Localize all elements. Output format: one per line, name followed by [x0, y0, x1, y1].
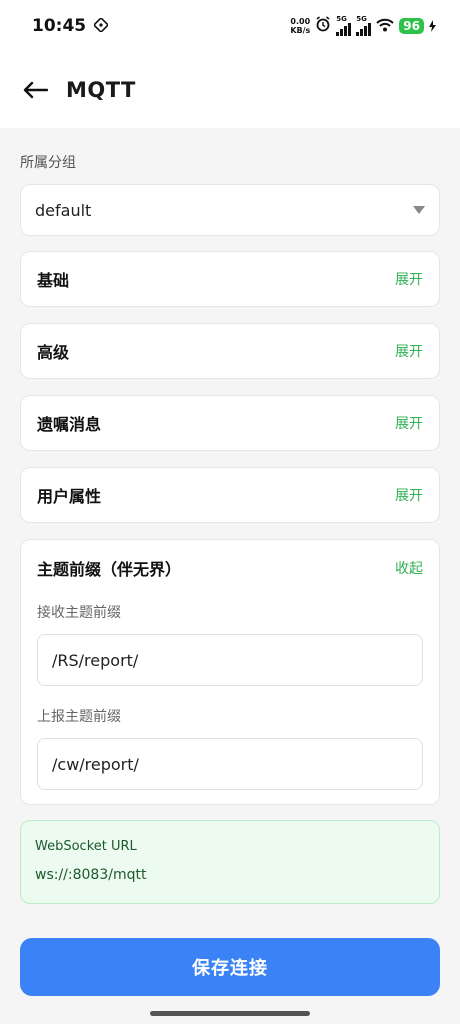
group-select-value: default — [35, 200, 92, 220]
section-title: 高级 — [37, 343, 70, 362]
network-speed: 0.00 KB/s — [290, 17, 311, 35]
section-user-properties[interactable]: 用户属性 展开 — [20, 467, 440, 523]
app-header: MQTT — [0, 52, 460, 128]
alarm-icon — [315, 16, 331, 36]
websocket-label: WebSocket URL — [35, 839, 137, 854]
save-connection-button[interactable]: 保存连接 — [20, 938, 440, 996]
receive-prefix-input[interactable]: /RS/report/ — [37, 634, 423, 686]
section-basic[interactable]: 基础 展开 — [20, 251, 440, 307]
status-time: 10:45 — [32, 16, 87, 36]
dropdown-caret-icon — [413, 206, 425, 214]
section-title: 基础 — [37, 271, 70, 290]
home-indicator[interactable] — [150, 1011, 310, 1016]
expand-toggle[interactable]: 展开 — [395, 485, 423, 505]
section-will-message[interactable]: 遗嘱消息 展开 — [20, 395, 440, 451]
page-title: MQTT — [66, 78, 136, 102]
expand-toggle[interactable]: 展开 — [395, 413, 423, 433]
vpn-icon — [92, 16, 110, 36]
back-arrow-icon[interactable] — [20, 75, 50, 105]
group-label: 所属分组 — [20, 155, 76, 171]
section-topic-prefix: 主题前缀（伴无界） 收起 接收主题前缀 /RS/report/ 上报主题前缀 /… — [20, 539, 440, 805]
receive-prefix-label: 接收主题前缀 — [37, 605, 121, 621]
section-title: 用户属性 — [37, 487, 102, 506]
websocket-url: ws://:8083/mqtt — [35, 867, 147, 883]
battery-icon: 96 — [399, 18, 424, 34]
websocket-info: WebSocket URL ws://:8083/mqtt — [20, 820, 440, 904]
section-advanced[interactable]: 高级 展开 — [20, 323, 440, 379]
report-prefix-input[interactable]: /cw/report/ — [37, 738, 423, 790]
signal-icon: 5G — [336, 15, 352, 36]
signal-icon: 5G — [356, 15, 372, 36]
expand-toggle[interactable]: 展开 — [395, 341, 423, 361]
expand-toggle[interactable]: 展开 — [395, 269, 423, 289]
collapse-toggle[interactable]: 收起 — [395, 558, 423, 578]
wifi-icon — [376, 17, 394, 36]
report-prefix-label: 上报主题前缀 — [37, 709, 121, 725]
charging-icon — [429, 17, 436, 36]
group-select[interactable]: default — [20, 184, 440, 236]
section-title: 遗嘱消息 — [37, 415, 102, 434]
status-bar: 10:45 0.00 KB/s 5G 5G 96 — [0, 0, 460, 52]
section-title: 主题前缀（伴无界） — [37, 560, 182, 579]
